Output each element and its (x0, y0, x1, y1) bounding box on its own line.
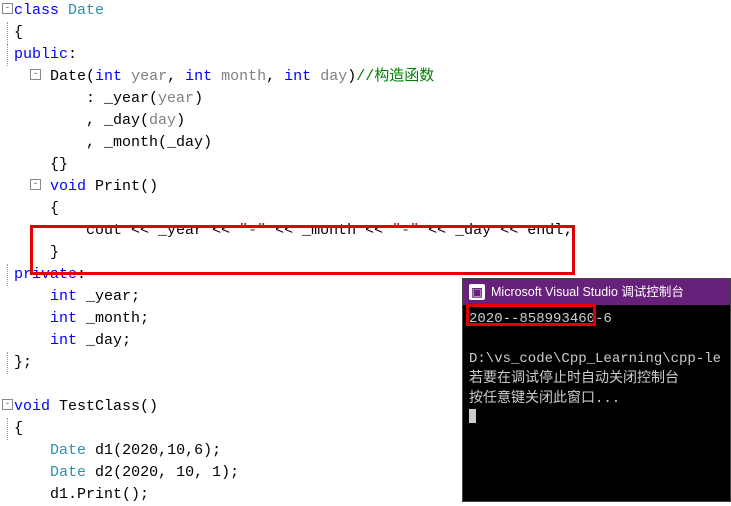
highlight-box-code (30, 225, 575, 275)
console-titlebar[interactable]: ▣ Microsoft Visual Studio 调试控制台 (463, 279, 730, 305)
fn-print: Print (95, 178, 140, 195)
cursor-icon (469, 409, 476, 423)
fold-icon[interactable]: - (30, 69, 41, 80)
fn-testclass: TestClass (59, 398, 140, 415)
vs-icon: ▣ (469, 284, 485, 300)
brace: { (14, 24, 23, 41)
keyword-class: class (14, 2, 59, 19)
highlight-box-output (466, 304, 596, 326)
console-title: Microsoft Visual Studio 调试控制台 (491, 282, 684, 302)
fold-icon[interactable]: - (2, 3, 13, 14)
console-hint: 若要在调试停止时自动关闭控制台 (469, 371, 679, 387)
keyword-public: public (14, 46, 68, 63)
fold-icon[interactable]: - (30, 179, 41, 190)
brace-pair: {} (50, 156, 68, 173)
fold-icon[interactable]: - (2, 399, 13, 410)
comment: //构造函数 (356, 68, 434, 85)
class-name: Date (68, 2, 104, 19)
console-hint: 按任意键关闭此窗口... (469, 391, 620, 407)
ctor-name: Date (50, 68, 86, 85)
call-print: d1.Print() (50, 486, 140, 503)
console-path: D:\vs_code\Cpp_Learning\cpp-le (469, 351, 721, 367)
class-end: }; (14, 354, 32, 371)
